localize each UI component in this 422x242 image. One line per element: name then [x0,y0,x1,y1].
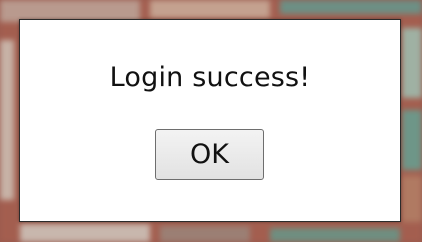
background-panel [20,224,150,242]
background-panel [150,0,270,18]
background-panel [402,110,422,170]
background-panel [402,176,422,222]
background-panel [402,28,422,98]
ok-button[interactable]: OK [155,129,264,180]
background-panel [160,226,250,242]
background-panel [270,228,400,242]
alert-dialog: Login success! OK [19,19,401,222]
background-panel [0,40,14,200]
dialog-message: Login success! [109,62,311,93]
background-panel [280,0,422,14]
